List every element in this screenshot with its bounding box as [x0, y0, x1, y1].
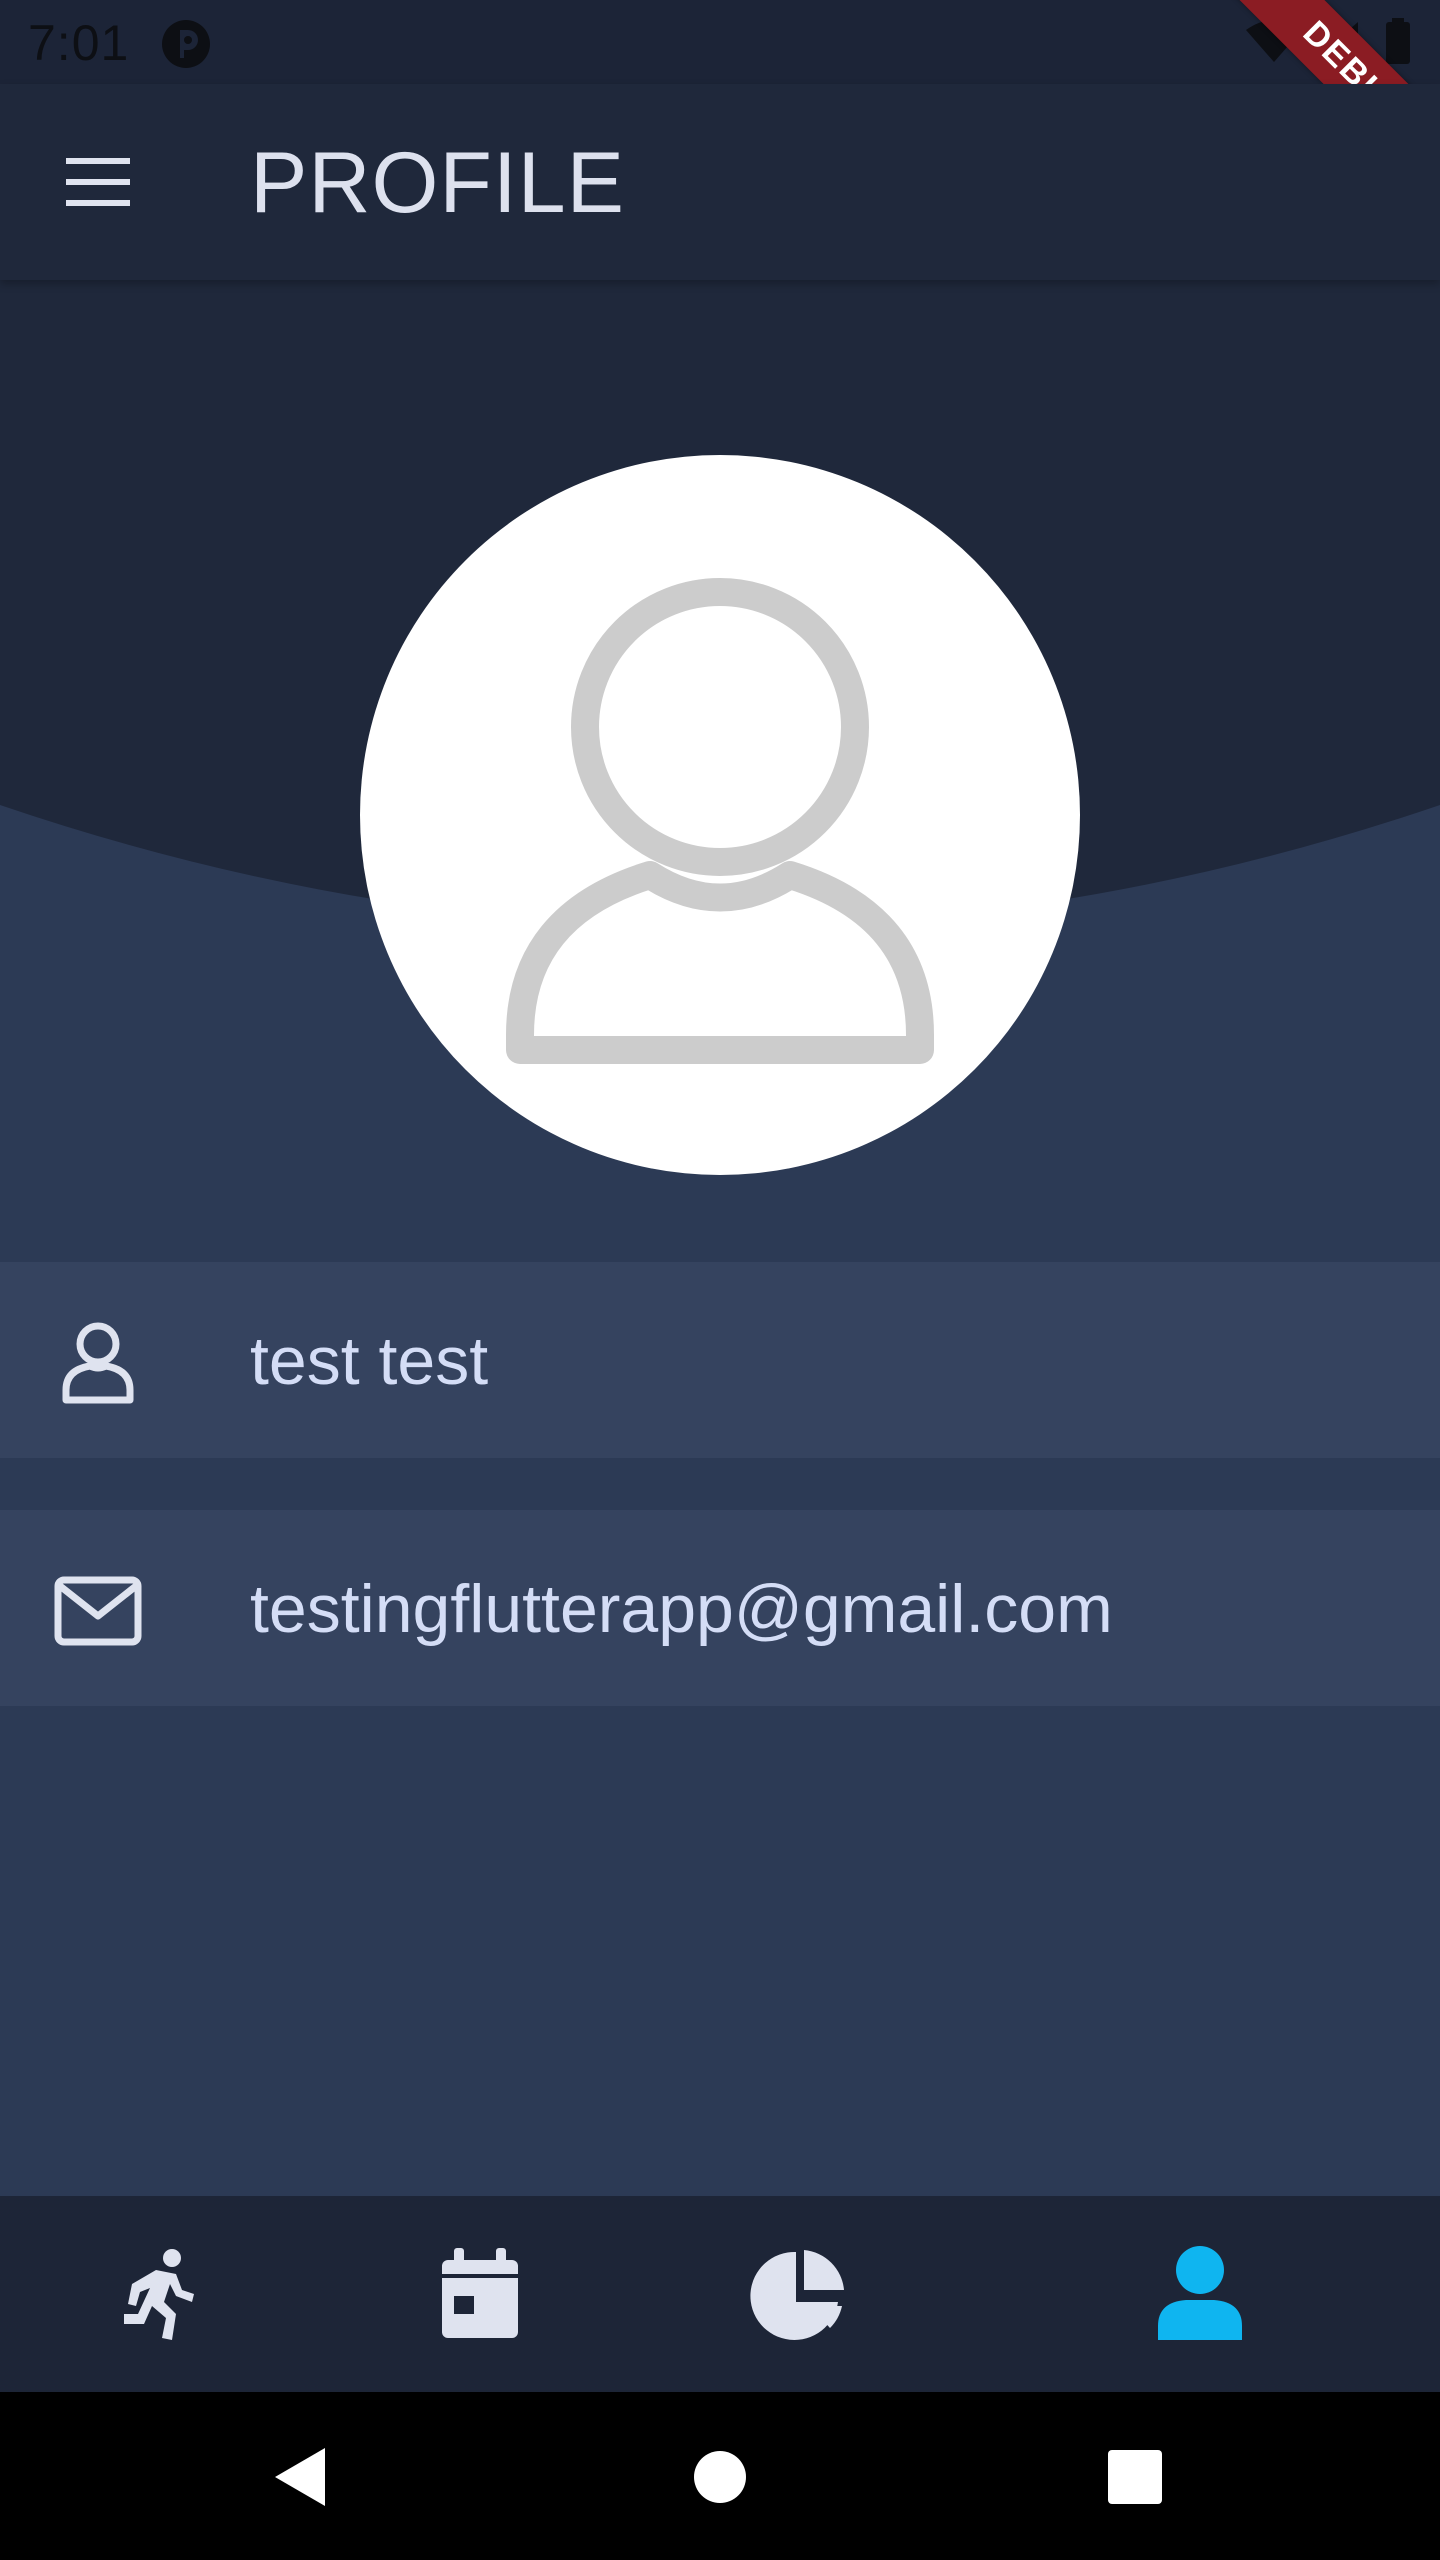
user-placeholder-icon: [506, 578, 934, 1064]
bottom-navigation: [0, 2196, 1440, 2392]
person-icon[interactable]: [1150, 2244, 1250, 2344]
profile-name: test test: [250, 1323, 489, 1399]
status-bar: 7:01: [0, 0, 1440, 84]
system-navigation-bar: [0, 2392, 1440, 2560]
email-row: testingflutterapp@gmail.com: [0, 1510, 1440, 1706]
calendar-icon[interactable]: [430, 2244, 530, 2344]
status-time: 7:01: [28, 15, 130, 71]
profile-email: testingflutterapp@gmail.com: [250, 1571, 1113, 1647]
app-notification-icon: [162, 20, 210, 68]
person-outline-icon: [62, 1322, 134, 1404]
name-row: test test: [0, 1262, 1440, 1458]
home-icon[interactable]: [685, 2442, 755, 2512]
menu-icon[interactable]: [58, 150, 138, 214]
pie-chart-icon[interactable]: [750, 2244, 850, 2344]
mail-icon: [54, 1576, 142, 1646]
running-icon[interactable]: [110, 2244, 210, 2344]
app-bar: PROFILE: [0, 84, 1440, 280]
recents-icon[interactable]: [1100, 2442, 1170, 2512]
battery-icon: [1386, 18, 1410, 64]
back-icon[interactable]: [265, 2442, 335, 2512]
profile-screen: 7:01 PROFILE test test testingflutterapp…: [0, 0, 1440, 2560]
page-title: PROFILE: [250, 135, 625, 231]
avatar[interactable]: [360, 455, 1080, 1175]
